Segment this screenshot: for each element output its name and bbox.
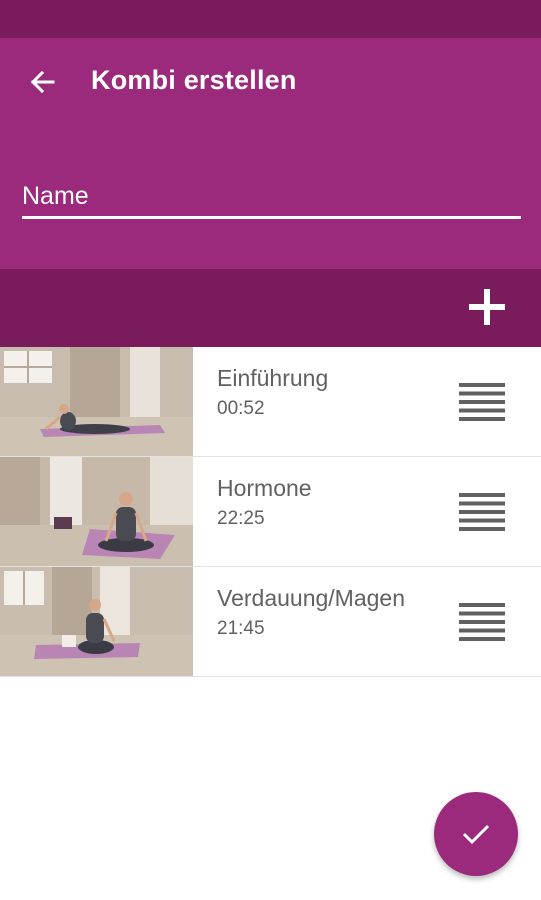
name-field[interactable] — [22, 174, 521, 220]
exercise-row[interactable]: Hormone 22:25 — [0, 457, 541, 567]
exercise-thumbnail — [0, 567, 193, 676]
exercise-title: Einführung — [217, 365, 329, 391]
name-underline — [22, 216, 521, 219]
plus-icon — [469, 289, 505, 325]
exercise-toolbar — [0, 269, 541, 347]
exercise-row[interactable]: Verdauung/Magen 21:45 — [0, 567, 541, 677]
exercise-title: Verdauung/Magen — [217, 585, 405, 611]
check-icon — [462, 824, 490, 845]
status-bar — [0, 0, 541, 38]
drag-handle-icon[interactable] — [459, 603, 505, 641]
name-input[interactable] — [22, 174, 521, 218]
exercise-duration: 21:45 — [217, 618, 265, 639]
back-button[interactable] — [22, 62, 62, 102]
page-title: Kombi erstellen — [91, 65, 297, 95]
add-exercise-button[interactable] — [467, 287, 507, 327]
app-bar: Kombi erstellen — [0, 38, 541, 269]
exercise-duration: 22:25 — [217, 508, 265, 529]
exercise-thumbnail — [0, 457, 193, 566]
exercise-title: Hormone — [217, 475, 312, 501]
save-combination-button[interactable] — [434, 792, 518, 876]
exercise-list: Einführung 00:52 Hormone 22:25 Verdauung… — [0, 347, 541, 677]
exercise-duration: 00:52 — [217, 398, 265, 419]
exercise-thumbnail — [0, 347, 193, 456]
drag-handle-icon[interactable] — [459, 383, 505, 421]
exercise-row[interactable]: Einführung 00:52 — [0, 347, 541, 457]
drag-handle-icon[interactable] — [459, 493, 505, 531]
arrow-left-icon — [30, 70, 55, 94]
